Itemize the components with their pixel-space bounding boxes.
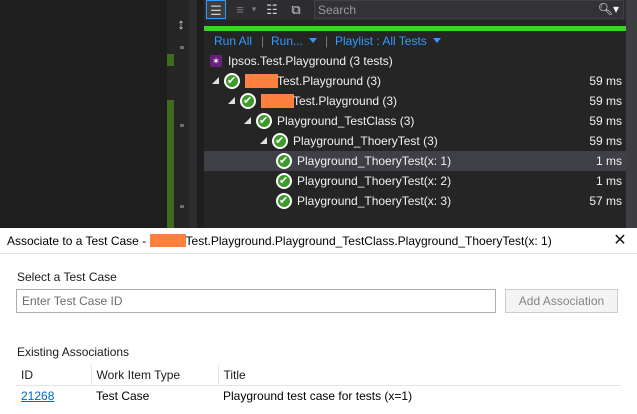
run-progress-bar [204,26,626,31]
tree-row[interactable]: ✔ Playground_ThoeryTest(x: 2) 1 ms [204,171,626,191]
scroll-marker [180,46,184,49]
association-title: Playground test case for tests (x=1) [223,389,413,403]
search-box: 🔍︎▾ [314,0,624,19]
editor-background [0,0,167,228]
tree-row[interactable]: ✔ Test.Playground (3) 59 ms [204,71,626,91]
command-separator: | [325,34,329,48]
copy-window-icon[interactable]: ⧉ [288,0,304,19]
chevron-down-icon [432,38,441,43]
command-bar: Run All | Run... | Playlist : All Tests [204,32,626,50]
chevron-down-icon[interactable]: ▾ [250,0,258,19]
run-menu-label: Run... [271,34,304,48]
test-name: Test.Playground (3) [293,94,398,108]
change-indicator [167,100,174,228]
check-icon: ✔ [279,155,289,167]
association-id-link[interactable]: 21268 [16,386,91,407]
expand-arrow-icon[interactable] [212,77,219,84]
associations-table: ID Work Item Type Title 21268 Test Case … [16,365,621,406]
add-association-button[interactable]: Add Association [505,289,618,313]
tree-row[interactable]: ✔ Playground_TestClass (3) 59 ms [204,111,626,131]
redaction-block [261,94,294,108]
tree-row[interactable]: ✔ Playground_ThoeryTest(x: 3) 57 ms [204,191,626,211]
association-type: Test Case [96,389,150,403]
test-duration: 59 ms [589,134,622,148]
existing-associations-label: Existing Associations [17,345,130,359]
run-all-link[interactable]: Run All [214,32,252,50]
explorer-scrollbar[interactable] [626,0,637,228]
redaction-block [149,234,186,247]
test-name: Playground_ThoeryTest(x: 3) [297,194,452,208]
scroll-marker [180,205,184,208]
vs-test-icon: ✶ [210,55,222,67]
test-name: Playground_ThoeryTest(x: 2) [297,174,452,188]
splitter-icon[interactable]: ↕ [173,17,189,33]
scroll-marker [180,124,184,127]
check-icon: ✔ [243,95,253,107]
select-test-case-label: Select a Test Case [17,270,117,284]
test-name: Playground_TestClass (3) [277,114,415,128]
test-name: Playground_ThoeryTest (3) [293,134,438,148]
table-header-row: ID Work Item Type Title [16,365,621,386]
editor-scrollbar[interactable] [189,0,197,228]
dialog-title-suffix: Test.Playground.Playground_TestClass.Pla… [185,234,552,248]
column-header-work-item-type[interactable]: Work Item Type [91,365,219,386]
associate-dialog: Associate to a Test Case - Test.Playgrou… [0,228,637,414]
passed-test-icon: ✔ [256,113,272,129]
expand-arrow-icon[interactable] [260,137,267,144]
column-header-id[interactable]: ID [16,365,92,386]
expand-arrow-icon[interactable] [228,97,235,104]
check-icon: ✔ [259,115,269,127]
column-header-title[interactable]: Title [218,365,621,386]
run-menu[interactable]: Run... [271,32,318,50]
check-icon: ✔ [279,195,289,207]
passed-test-icon: ✔ [276,153,292,169]
test-explorer: ☰ ≡ ▾ ☷ ⧉ 🔍︎▾ Run All | Run... | Playlis… [204,0,626,228]
chevron-down-icon [309,38,318,43]
search-icon[interactable]: 🔍︎▾ [589,1,619,18]
dialog-title-prefix: Associate to a Test Case - [7,234,147,248]
tree-row[interactable]: ✔ Playground_ThoeryTest (3) 59 ms [204,131,626,151]
tree-row[interactable]: ✔ Playground_ThoeryTest(x: 1) 1 ms [204,151,626,171]
test-name: Test.Playground (3) [277,74,382,88]
test-duration: 57 ms [589,194,622,208]
playlist-header-label: Ipsos.Test.Playground (3 tests) [228,54,393,68]
close-icon[interactable]: ✕ [609,228,631,254]
test-duration: 1 ms [595,154,622,168]
test-tree: ✔ Test.Playground (3) 59 ms ✔ Test.Playgroun… [204,71,626,211]
dialog-title: Associate to a Test Case - Test.Playgrou… [7,228,552,254]
test-duration: 59 ms [589,94,622,108]
playlist-header: ✶ Ipsos.Test.Playground (3 tests) [204,51,626,71]
passed-test-icon: ✔ [276,193,292,209]
run-progress-fill [204,26,626,31]
tree-row[interactable]: ✔ Test.Playground (3) 59 ms [204,91,626,111]
passed-test-icon: ✔ [272,133,288,149]
test-duration: 59 ms [589,74,622,88]
table-row[interactable]: 21268 Test Case Playground test case for… [16,386,621,407]
playlist-menu-label: Playlist : All Tests [335,34,427,48]
redaction-block [245,74,278,88]
passed-test-icon: ✔ [224,73,240,89]
test-name: Playground_ThoeryTest(x: 1) [297,154,452,168]
check-icon: ✔ [279,175,289,187]
check-icon: ✔ [275,135,285,147]
passed-test-icon: ✔ [276,173,292,189]
playlist-menu[interactable]: Playlist : All Tests [335,32,441,50]
check-icon: ✔ [227,75,237,87]
list-icon[interactable]: ☷ [264,0,280,19]
change-indicator [167,54,174,66]
test-duration: 59 ms [589,114,622,128]
test-case-id-input[interactable] [16,289,496,313]
explorer-toolbar: ☰ ≡ ▾ ☷ ⧉ 🔍︎▾ [204,0,626,20]
dialog-title-bar[interactable]: Associate to a Test Case - Test.Playgrou… [0,228,637,254]
passed-test-icon: ✔ [240,93,256,109]
test-duration: 1 ms [595,174,622,188]
expand-arrow-icon[interactable] [244,117,251,124]
group-by-icon[interactable]: ☰ [206,0,226,19]
search-input[interactable] [318,1,588,18]
command-separator: | [261,34,265,48]
sort-icon[interactable]: ≡ [232,0,248,19]
